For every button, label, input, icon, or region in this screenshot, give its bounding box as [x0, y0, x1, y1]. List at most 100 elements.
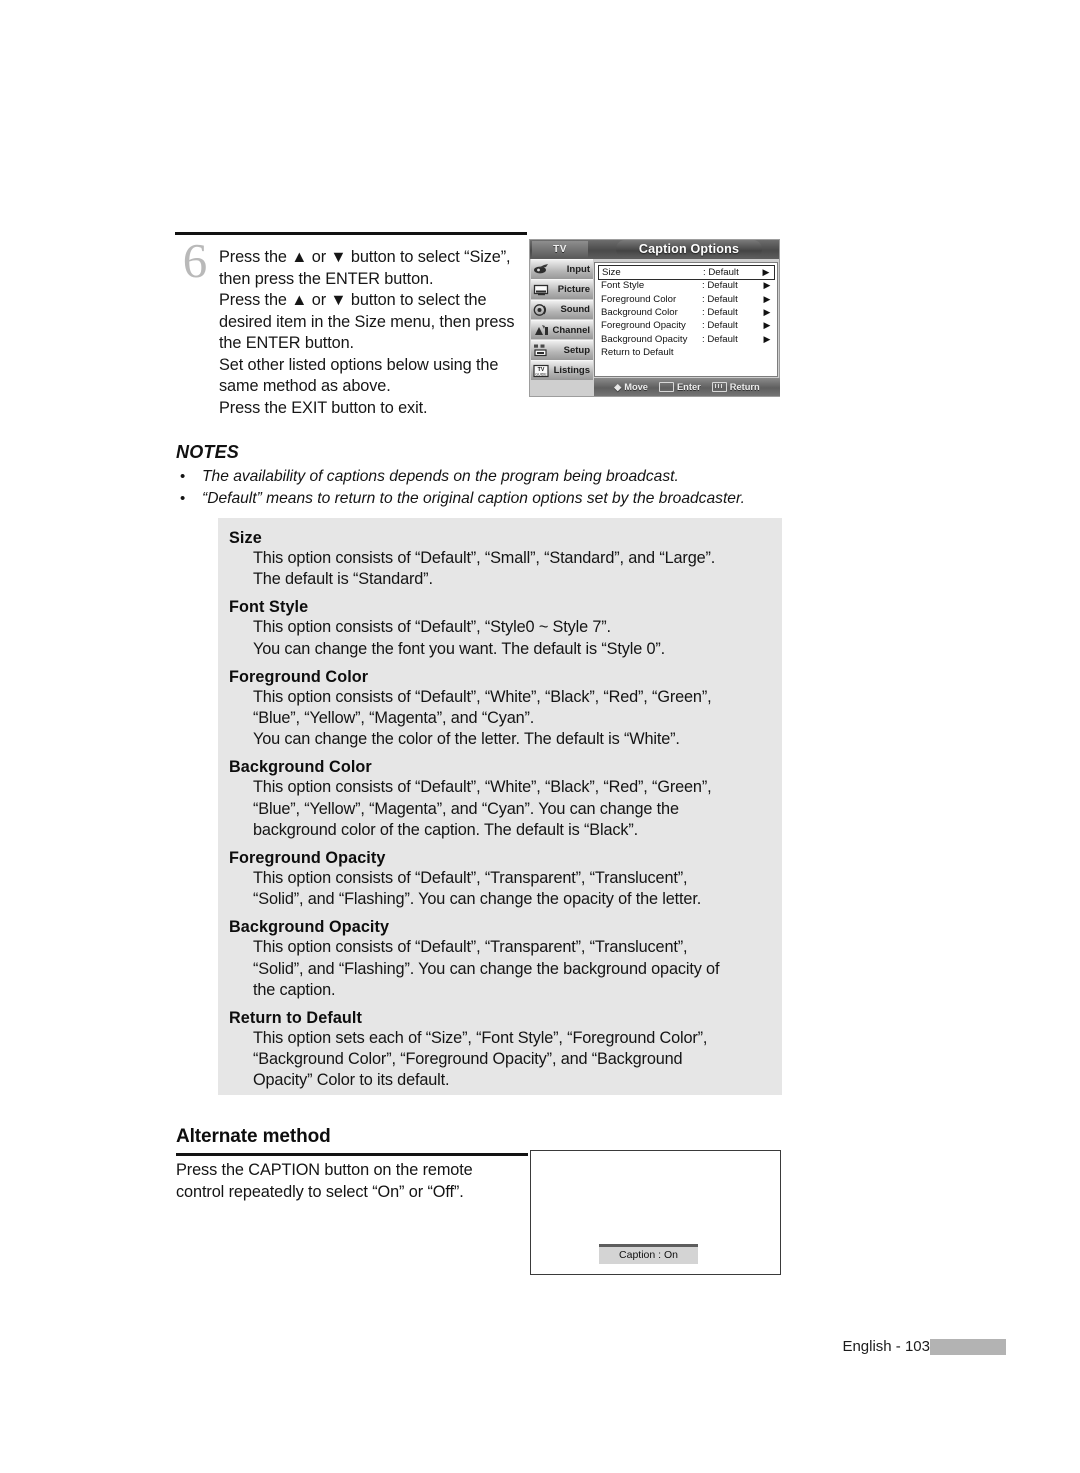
enter-key-icon	[658, 382, 674, 392]
osd-sidebar-item-label: Listings	[553, 365, 590, 377]
osd-option-value: : Default	[703, 266, 739, 278]
osd-option-row[interactable]: Background Opacity: Default ▶	[598, 332, 775, 345]
definition-line: This option consists of “Default”, “Tran…	[253, 938, 688, 957]
svg-text:GUIDE: GUIDE	[535, 372, 547, 376]
definition-term: Background Color	[229, 758, 372, 777]
osd-options-panel: Size: Default ▶ Font Style: Default ▶ Foregr…	[594, 262, 778, 377]
definition-term: Foreground Opacity	[229, 849, 386, 868]
osd-sidebar-item-listings[interactable]: TV GUIDE Listings	[531, 360, 593, 380]
osd-option-value: : Default	[702, 320, 738, 332]
step-line: Press the ▲ or ▼ button to select the	[219, 291, 487, 309]
definition-line: This option sets each of “Size”, “Font S…	[253, 1029, 708, 1048]
definition-line: This option consists of “Default”, “Whit…	[253, 687, 712, 706]
definition-block: Background Opacity This option consists o…	[218, 910, 782, 1001]
step-line: Set other listed options below using the	[219, 355, 499, 374]
definition-body: This option consists of “Default”, “Whit…	[218, 777, 782, 841]
alternate-method-heading: Alternate method	[176, 1126, 331, 1147]
osd-option-row[interactable]: Size : Default ▶	[598, 265, 775, 280]
step-line: same method as above.	[219, 377, 391, 395]
note-item: • “Default” means to return to the origin…	[176, 488, 791, 510]
osd-option-label: Foreground Color	[601, 293, 677, 305]
sound-icon	[533, 303, 550, 317]
definition-block: Foreground Color This option consists of …	[218, 660, 782, 751]
osd-sidebar-item-channel[interactable]: Channel	[531, 319, 593, 340]
osd-option-label: Background Color	[601, 307, 678, 319]
osd-sidebar-item-label: Setup	[563, 344, 590, 356]
osd-sidebar-item-label: Input	[566, 263, 590, 275]
osd-hint-enter-label: Enter	[676, 382, 701, 392]
osd-sidebar-item-label: Channel	[552, 324, 590, 336]
definition-body: This option consists of “Default”, “Tran…	[218, 937, 782, 1001]
osd-sidebar-item-label: Sound	[560, 304, 590, 316]
setup-icon	[533, 343, 550, 357]
definition-term: Background Opacity	[229, 918, 390, 937]
page-footer-bar	[930, 1339, 1006, 1355]
chevron-right-icon: ▶	[763, 320, 771, 331]
picture-icon	[533, 283, 550, 297]
step-line: the ENTER button.	[219, 334, 354, 352]
notes-list: • The availability of captions depends on…	[176, 466, 791, 510]
osd-hint-bar: ◆ Move Enter Return	[594, 378, 780, 396]
definition-body: This option sets each of “Size”, “Font S…	[218, 1028, 782, 1092]
osd-option-row[interactable]: Foreground Color: Default ▶	[598, 293, 775, 306]
osd-option-value: : Default	[702, 333, 738, 345]
osd-hint-enter: Enter	[658, 382, 701, 392]
note-item-text: “Default” means to return to the origina…	[202, 490, 745, 507]
definition-body: This option consists of “Default”, “Whit…	[218, 687, 782, 751]
definition-term: Foreground Color	[229, 667, 369, 686]
definition-line: background color of the caption. The def…	[253, 820, 638, 839]
definition-line: Opacity” Color to its default.	[253, 1071, 450, 1090]
osd-sidebar: Input Picture Sound Channel Setup TV GUIDE List…	[531, 259, 593, 380]
definition-term: Size	[229, 529, 262, 547]
definition-line: This option consists of “Default”, “Smal…	[253, 549, 716, 567]
chevron-right-icon: ▶	[763, 280, 771, 291]
definition-body: This option consists of “Default”, “Smal…	[218, 548, 782, 590]
osd-option-row[interactable]: Return to Default	[598, 346, 775, 359]
note-item-text: The availability of captions depends on …	[202, 468, 679, 485]
osd-option-label: Size	[602, 266, 621, 278]
bullet-icon: •	[180, 468, 186, 485]
alternate-method-line: control repeatedly to select “On” or “Of…	[176, 1182, 464, 1201]
definition-block: Font Style This option consists of “Defau…	[218, 590, 782, 659]
definition-line: You can change the font you want. The de…	[253, 639, 666, 658]
definition-line: “Blue”, “Yellow”, “Magenta”, and “Cyan”.…	[253, 799, 679, 818]
note-item: • The availability of captions depends on…	[176, 466, 791, 488]
definition-line: the caption.	[253, 980, 336, 999]
tv-preview-screen: Caption : On	[530, 1150, 781, 1275]
osd-title: Caption Options	[616, 240, 762, 258]
definition-block: Size This option consists of “Default”, “…	[218, 518, 782, 590]
definition-line: You can change the color of the letter. …	[253, 730, 680, 749]
bullet-icon: •	[180, 490, 186, 507]
osd-sidebar-item-setup[interactable]: Setup	[531, 340, 593, 360]
definition-block: Foreground Opacity This option consists o…	[218, 841, 782, 910]
channel-icon	[533, 323, 550, 337]
definition-body: This option consists of “Default”, “Tran…	[218, 868, 782, 910]
osd-sidebar-item-input[interactable]: Input	[531, 259, 593, 279]
osd-option-row[interactable]: Background Color: Default ▶	[598, 306, 775, 319]
definition-line: The default is “Standard”.	[253, 570, 433, 589]
definition-term: Font Style	[229, 598, 309, 617]
osd-option-label: Return to Default	[601, 346, 674, 358]
page-footer-label: English - 103	[842, 1338, 930, 1355]
definition-line: “Blue”, “Yellow”, “Magenta”, and “Cyan”.	[253, 709, 535, 728]
osd-sidebar-item-picture[interactable]: Picture	[531, 279, 593, 299]
input-icon	[533, 262, 550, 276]
step-instructions: Press the ▲ or ▼ button to select “Size”…	[219, 247, 531, 419]
osd-hint-return-label: Return	[729, 382, 760, 392]
osd-option-row[interactable]: Font Style: Default ▶	[598, 279, 775, 292]
definition-line: “Background Color”, “Foreground Opacity”…	[253, 1050, 683, 1069]
osd-option-label: Foreground Opacity	[601, 320, 686, 332]
chevron-right-icon: ▶	[762, 266, 770, 277]
step-line: Press the EXIT button to exit.	[219, 398, 428, 417]
osd-option-row[interactable]: Foreground Opacity : Default ▶	[598, 319, 775, 332]
alternate-method-rule	[176, 1153, 528, 1156]
osd-tv-tab: TV	[532, 241, 588, 258]
step-line: then press the ENTER button.	[219, 269, 434, 288]
chevron-right-icon: ▶	[763, 307, 771, 318]
definition-line: “Solid”, and “Flashing”. You can change …	[253, 959, 720, 978]
definition-block: Background Color This option consists of …	[218, 750, 782, 841]
osd-sidebar-item-sound[interactable]: Sound	[531, 299, 593, 320]
definition-line: This option consists of “Default”, “Styl…	[253, 618, 611, 637]
osd-hint-return: Return	[711, 382, 760, 392]
definition-line: “Solid”, and “Flashing”. You can change …	[253, 890, 702, 909]
